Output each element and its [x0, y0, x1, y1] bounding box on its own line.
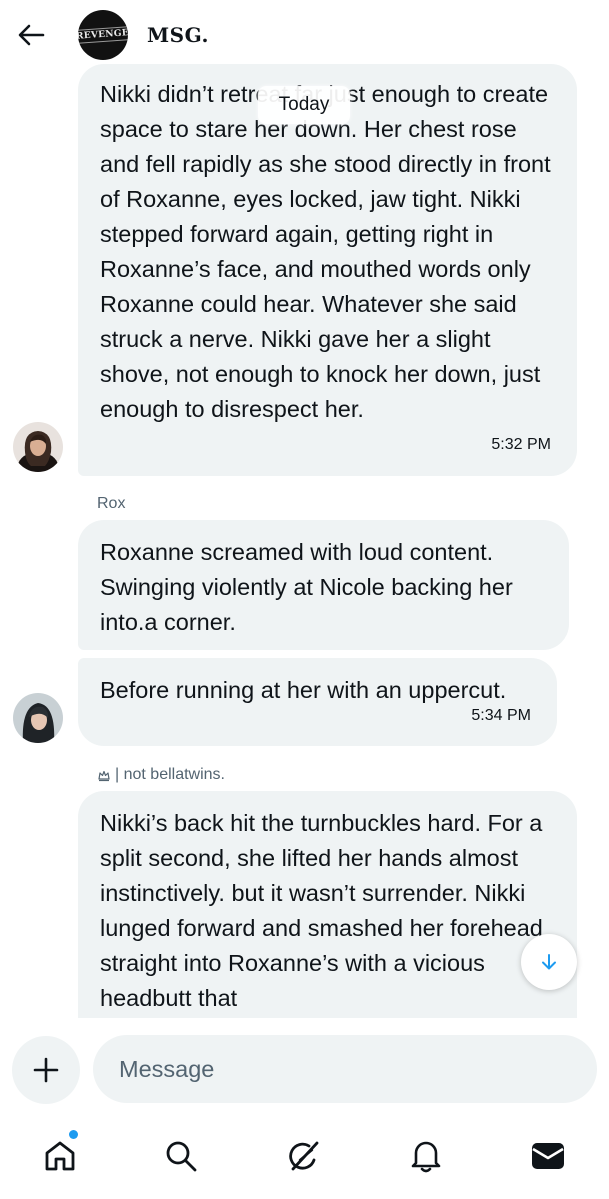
- nav-home[interactable]: [36, 1132, 84, 1180]
- message-bubble[interactable]: Nikki’s back hit the turnbuckles hard. F…: [78, 791, 577, 1031]
- group-logo: REVENGE: [78, 26, 128, 44]
- message-text: Roxanne screamed with loud content. Swin…: [100, 539, 520, 635]
- nav-messages[interactable]: [524, 1132, 572, 1180]
- message-bubble[interactable]: Before running at her with an uppercut. …: [78, 658, 557, 746]
- chat-header: REVENGE MSG.: [0, 0, 609, 70]
- arrow-down-icon: [542, 954, 556, 970]
- grok-icon: [289, 1141, 319, 1171]
- crown-icon: [98, 770, 110, 782]
- nav-grok[interactable]: [280, 1132, 328, 1180]
- sender-avatar[interactable]: [13, 693, 63, 743]
- message-composer: [0, 1018, 609, 1118]
- message-text: Nikki’s back hit the turnbuckles hard. F…: [100, 810, 550, 1011]
- date-divider: Today: [258, 86, 350, 124]
- home-icon: [45, 1141, 75, 1171]
- message-text: Nikki didn’t retreat far just enough to …: [100, 81, 551, 422]
- sender-name: Rox: [97, 495, 126, 512]
- bottom-navigation: [0, 1118, 609, 1199]
- plus-icon: [33, 1057, 59, 1083]
- group-avatar[interactable]: REVENGE: [78, 10, 128, 60]
- add-attachment-button[interactable]: [12, 1036, 80, 1104]
- sender-label: | not bellatwins.: [97, 766, 225, 784]
- message-timestamp: 5:34 PM: [471, 707, 531, 724]
- message-bubble[interactable]: Nikki didn’t retreat far just enough to …: [78, 64, 577, 476]
- messages-icon: [532, 1143, 564, 1169]
- sender-avatar[interactable]: [13, 422, 63, 472]
- profile-photo-icon: [13, 422, 63, 472]
- conversation-title[interactable]: MSG.: [147, 23, 209, 47]
- home-notification-dot: [69, 1130, 78, 1139]
- profile-photo-icon: [13, 693, 63, 743]
- message-timestamp: 5:32 PM: [491, 436, 551, 453]
- message-bubble[interactable]: Roxanne screamed with loud content. Swin…: [78, 520, 569, 650]
- message-text: Before running at her with an uppercut.: [100, 677, 507, 703]
- back-button[interactable]: [14, 18, 48, 52]
- nav-notifications[interactable]: [402, 1132, 450, 1180]
- message-input[interactable]: [93, 1035, 597, 1103]
- scroll-to-bottom-button[interactable]: [521, 934, 577, 990]
- sender-name: | not bellatwins.: [115, 766, 225, 783]
- back-arrow-icon: [18, 24, 45, 46]
- notifications-icon: [411, 1141, 441, 1173]
- search-icon: [166, 1141, 197, 1172]
- nav-search[interactable]: [157, 1132, 205, 1180]
